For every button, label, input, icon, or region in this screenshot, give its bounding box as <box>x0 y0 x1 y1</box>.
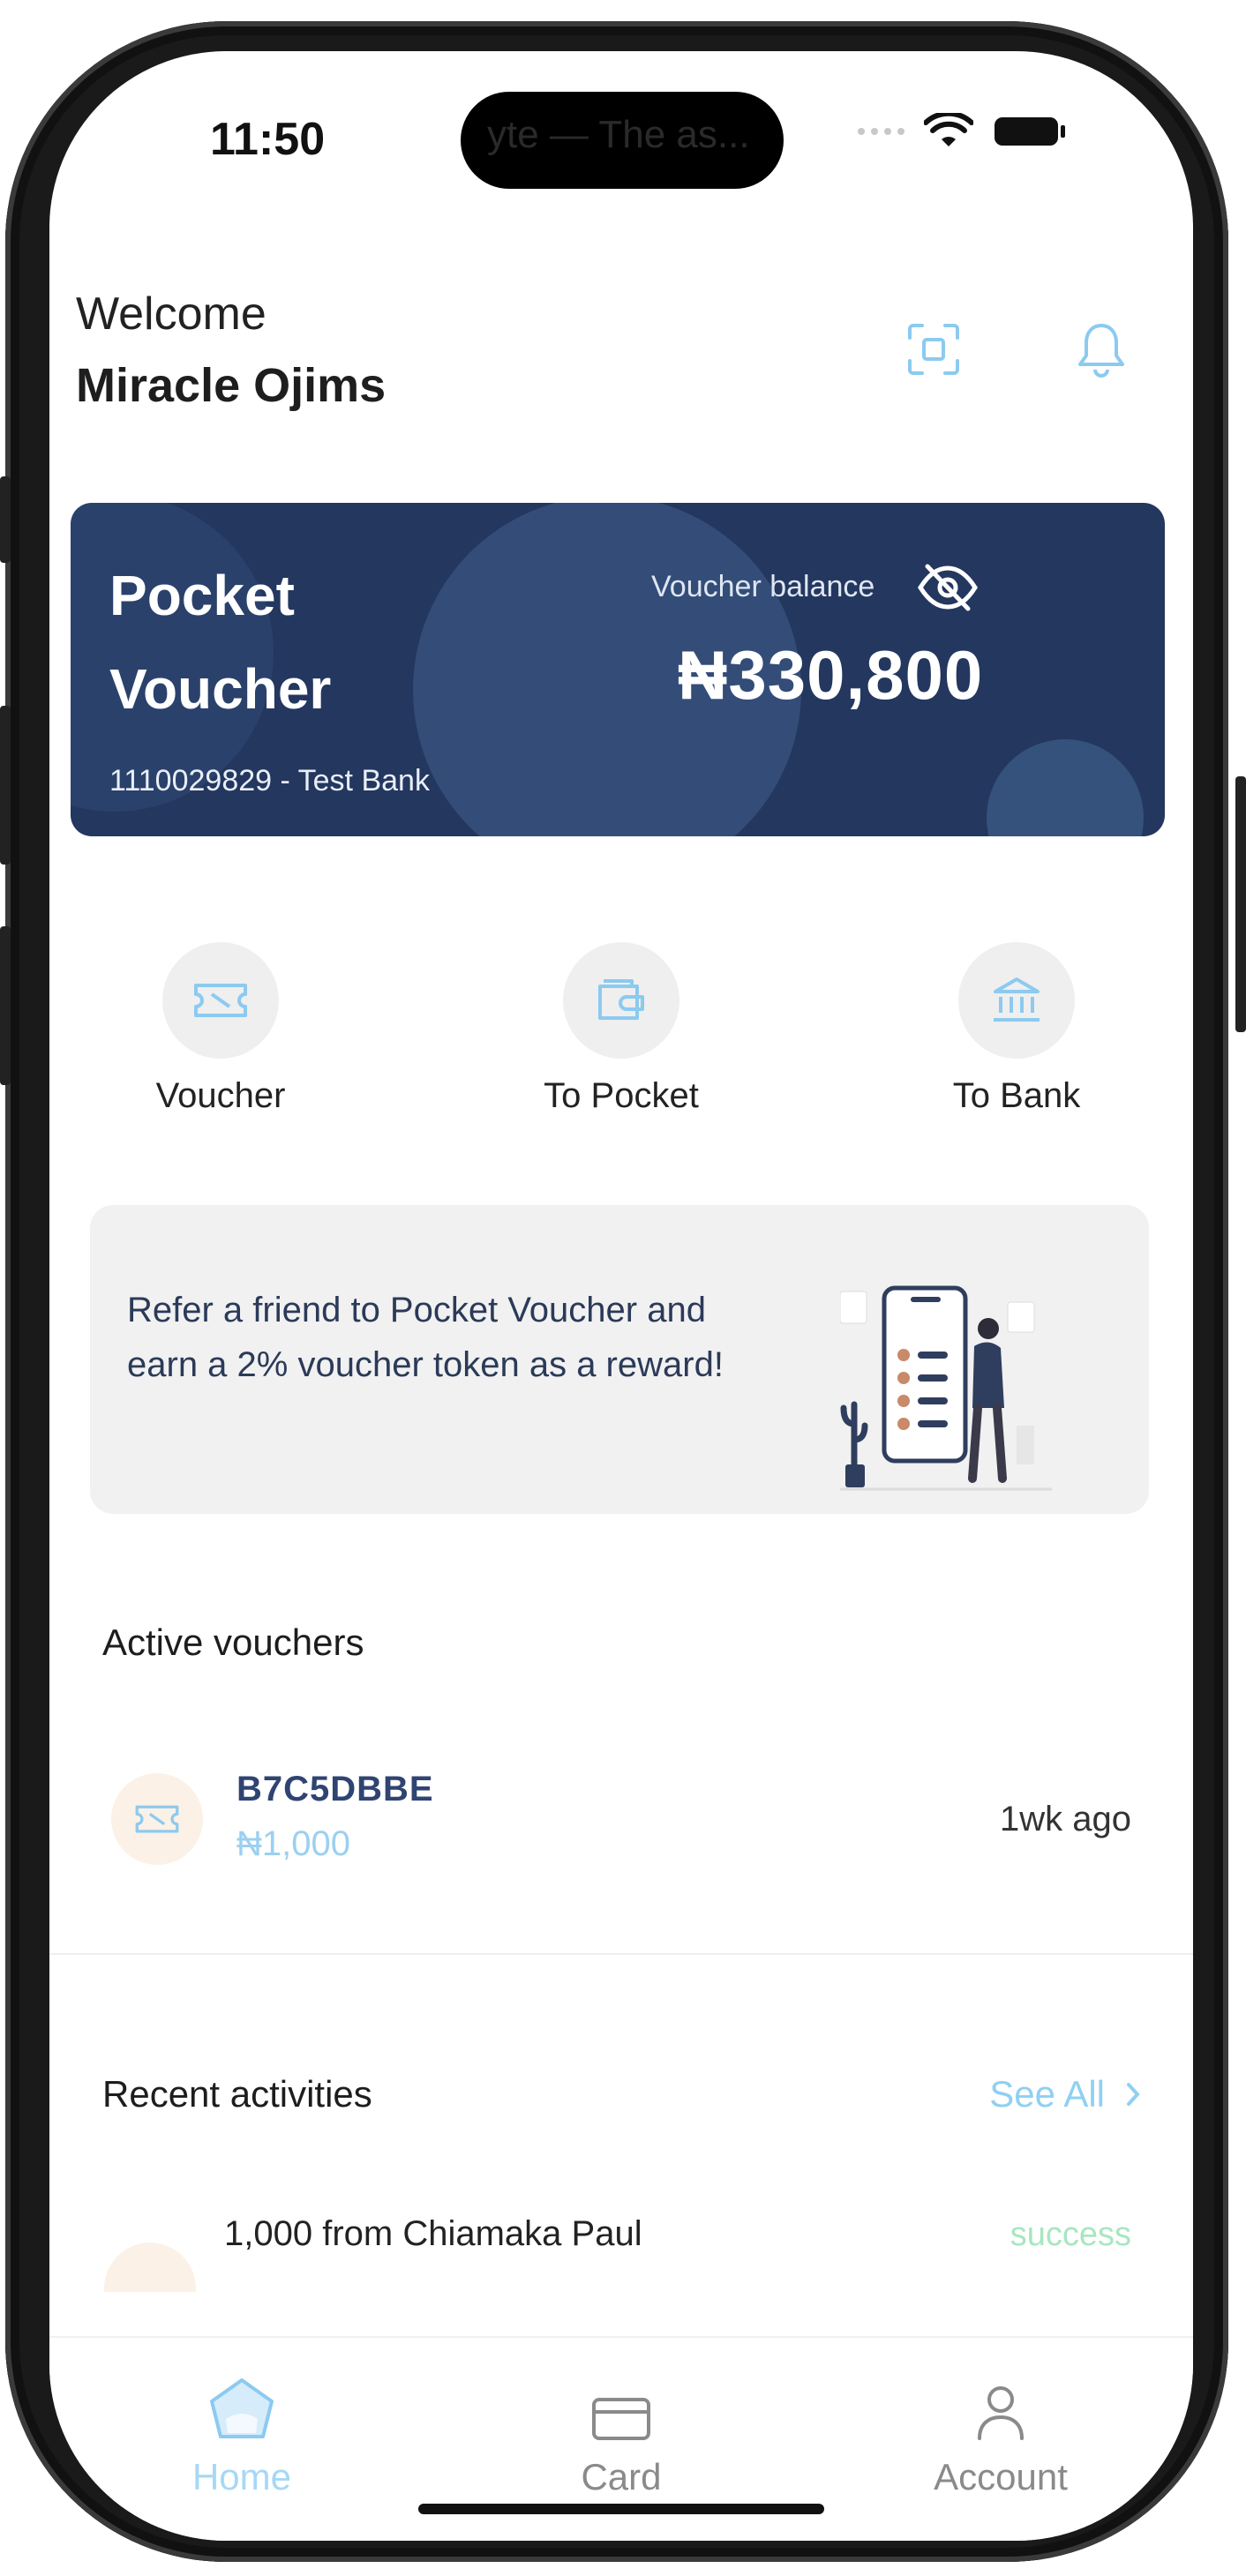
chevron-right-icon <box>1127 2083 1140 2106</box>
active-voucher-item[interactable]: B7C5DBBE ₦1,000 1wk ago <box>49 1752 1193 1928</box>
wallet-icon <box>598 979 644 1020</box>
ticket-icon <box>135 1805 179 1833</box>
welcome-text: Welcome <box>76 288 266 340</box>
action-icon-circle <box>563 942 679 1059</box>
toggle-balance-visibility-button[interactable] <box>909 549 987 626</box>
see-all-link[interactable]: See All <box>989 2073 1140 2115</box>
bell-icon <box>1078 324 1124 378</box>
activity-icon <box>104 2243 196 2292</box>
active-vouchers-title: Active vouchers <box>102 1621 364 1663</box>
activity-item[interactable]: 1,000 from Chiamaka Paul success <box>49 2204 1193 2292</box>
action-label: To Bank <box>952 1076 1081 1115</box>
island-text: yte — The as... <box>487 113 750 156</box>
account-number: 1110029829 - Test Bank <box>109 764 430 798</box>
app-screen: yte — The as... 11:50 Welcome Miracle Oj… <box>49 51 1193 2541</box>
voucher-balance-amount: ₦330,800 <box>678 636 984 714</box>
voucher-balance-label: Voucher balance <box>651 570 875 603</box>
battery-icon <box>995 117 1065 146</box>
action-to-bank[interactable]: To Bank <box>911 942 1122 1116</box>
section-divider <box>49 1953 1193 1955</box>
action-icon-circle <box>162 942 279 1059</box>
referral-text: Refer a friend to Pocket Voucher and ear… <box>127 1291 724 1384</box>
wifi-icon <box>924 113 973 146</box>
bank-icon <box>994 977 1040 1022</box>
voucher-time: 1wk ago <box>1000 1800 1131 1838</box>
phone-power-button <box>1235 776 1246 1032</box>
user-icon <box>978 2386 1024 2440</box>
tab-card[interactable]: Card <box>489 2338 754 2498</box>
card-brand-title: Pocket Voucher <box>109 564 332 721</box>
action-icon-circle <box>958 942 1075 1059</box>
home-icon <box>210 2378 274 2438</box>
card-decor-circle <box>987 739 1144 836</box>
ticket-icon <box>194 984 247 1017</box>
scan-icon <box>908 324 959 375</box>
action-voucher[interactable]: Voucher <box>115 942 327 1116</box>
status-time: 11:50 <box>210 114 326 165</box>
recent-activities-title: Recent activities <box>102 2073 372 2115</box>
see-all-label: See All <box>989 2073 1105 2115</box>
tab-label: Card <box>581 2456 662 2497</box>
referral-banner[interactable]: Refer a friend to Pocket Voucher and ear… <box>90 1205 1149 1514</box>
status-icons <box>858 113 1067 150</box>
notifications-button[interactable] <box>1062 311 1140 388</box>
card-icon <box>592 2398 650 2440</box>
action-to-pocket[interactable]: To Pocket <box>515 942 727 1116</box>
activity-text: 1,000 from Chiamaka Paul <box>224 2214 642 2253</box>
voucher-icon-circle <box>111 1773 203 1865</box>
home-indicator <box>418 2504 824 2514</box>
action-label: To Pocket <box>544 1076 699 1115</box>
signal-dots-icon <box>858 128 904 135</box>
voucher-code: B7C5DBBE <box>236 1770 434 1808</box>
dynamic-island: yte — The as... <box>461 92 784 189</box>
tab-account[interactable]: Account <box>868 2338 1133 2498</box>
phone-volume-up-button <box>0 706 11 865</box>
tab-label: Account <box>934 2456 1068 2497</box>
referral-illustration <box>840 1285 1052 1491</box>
activity-status: success <box>1010 2216 1131 2253</box>
tab-home[interactable]: Home <box>109 2338 374 2498</box>
eye-off-icon <box>918 564 978 611</box>
action-label: Voucher <box>155 1076 286 1115</box>
phone-volume-down-button <box>0 926 11 1085</box>
scan-button[interactable] <box>895 311 972 388</box>
balance-card: Pocket Voucher Voucher balance ₦330,800 … <box>71 503 1165 836</box>
user-name: Miracle Ojims <box>76 359 387 412</box>
phone-side-button <box>0 476 11 563</box>
tab-label: Home <box>191 2456 292 2497</box>
voucher-amount: ₦1,000 <box>236 1824 350 1863</box>
